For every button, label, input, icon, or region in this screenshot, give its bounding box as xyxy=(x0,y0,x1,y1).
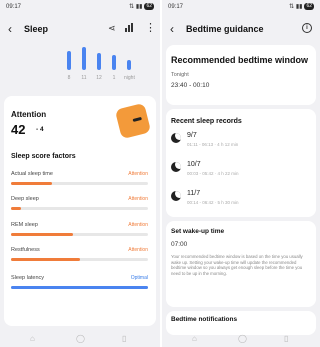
back-arrow-icon[interactable]: ‹ xyxy=(170,22,174,36)
factor-progress-fill xyxy=(11,286,148,289)
factor-progress-track xyxy=(11,182,148,185)
factor-status: Attention xyxy=(128,247,148,253)
sleep-score-value: 42 xyxy=(11,122,26,137)
factor-row[interactable]: Restfulness Attention xyxy=(11,247,148,265)
record-detail: 01:11 - 06:13 · 4 h 12 min xyxy=(187,142,239,147)
factor-progress-track xyxy=(11,207,148,210)
sleep-score-delta: - 4 xyxy=(36,126,44,133)
status-time: 09:17 xyxy=(6,4,22,10)
more-options-icon[interactable]: ⋮ xyxy=(145,21,156,34)
factor-label: Actual sleep time xyxy=(11,171,53,177)
wake-up-time[interactable]: 07:00 xyxy=(171,241,187,248)
record-date: 11/7 xyxy=(187,190,201,197)
signal-icons: ⇅ ▮▮ xyxy=(289,4,303,10)
back-nav-icon[interactable]: ▯ xyxy=(122,334,126,343)
status-icons: ⇅ ▮▮ 62 xyxy=(129,3,154,10)
recommended-title: Recommended bedtime window xyxy=(171,55,309,65)
record-date: 10/7 xyxy=(187,161,201,168)
battery-icon: 62 xyxy=(304,3,314,10)
page-title: Sleep xyxy=(24,24,49,34)
app-bar: ‹ Bedtime guidance i xyxy=(162,20,320,40)
factor-label: Restfulness xyxy=(11,247,40,253)
recent-apps-icon[interactable]: ◯ xyxy=(238,334,247,343)
battery-icon: 62 xyxy=(144,3,154,10)
info-icon[interactable]: i xyxy=(302,23,312,33)
sleep-stage-chart: 8 11 12 1 night xyxy=(0,44,160,84)
status-icons: ⇅ ▮▮ 62 xyxy=(289,3,314,10)
sleep-record-item[interactable]: 10/7 00:03 - 05:42 · 4 h 22 min xyxy=(171,161,311,181)
status-time: 09:17 xyxy=(168,4,184,10)
app-bar: ‹ Sleep ⋖ ⋮ xyxy=(0,20,160,40)
page-title: Bedtime guidance xyxy=(186,24,264,34)
chart-bar xyxy=(67,51,71,70)
chart-bar xyxy=(127,60,131,70)
chart-bar xyxy=(97,53,101,70)
home-icon[interactable]: ⌂ xyxy=(192,334,197,343)
back-arrow-icon[interactable]: ‹ xyxy=(8,22,12,36)
factor-label: Sleep latency xyxy=(11,275,45,281)
moon-icon xyxy=(171,133,181,143)
chart-tick-label: 8 xyxy=(67,75,71,81)
factor-progress-track xyxy=(11,258,148,261)
chart-bar xyxy=(112,55,116,70)
navigation-bar: ⌂ ◯ ▯ xyxy=(162,331,320,347)
recent-apps-icon[interactable]: ◯ xyxy=(76,334,85,343)
chart-tick-label: 1 xyxy=(112,75,116,81)
moon-icon xyxy=(171,191,181,201)
recommended-subtitle: Tonight xyxy=(171,72,189,78)
status-bar: 09:17 ⇅ ▮▮ 62 xyxy=(0,0,160,14)
chart-tick-label: 12 xyxy=(96,75,102,81)
factor-status: Attention xyxy=(128,222,148,228)
factor-progress-fill xyxy=(11,207,21,210)
chart-tick-label: 11 xyxy=(81,75,87,81)
factor-progress-track xyxy=(11,233,148,236)
record-date: 9/7 xyxy=(187,132,197,139)
chart-bar xyxy=(82,47,86,70)
bar-chart-icon[interactable] xyxy=(125,23,134,32)
sleep-record-item[interactable]: 11/7 00:14 - 06:42 · 5 h 30 min xyxy=(171,190,311,210)
records-title: Recent sleep records xyxy=(171,118,242,125)
factor-status: Attention xyxy=(128,171,148,177)
factor-status: Attention xyxy=(128,196,148,202)
back-nav-icon[interactable]: ▯ xyxy=(284,334,288,343)
home-icon[interactable]: ⌂ xyxy=(30,334,35,343)
record-detail: 00:03 - 05:42 · 4 h 22 min xyxy=(187,171,239,176)
factor-label: Deep sleep xyxy=(11,196,39,202)
wake-up-title: Set wake-up time xyxy=(171,228,225,235)
factor-row[interactable]: Sleep latency Optimal xyxy=(11,275,148,293)
factor-status: Optimal xyxy=(130,275,148,281)
chart-tick-label: night xyxy=(124,75,135,81)
moon-icon xyxy=(171,162,181,172)
sleep-screen: 09:17 ⇅ ▮▮ 62 ‹ Sleep ⋖ ⋮ 8 11 12 1 night At… xyxy=(0,0,160,347)
signal-icons: ⇅ ▮▮ xyxy=(129,4,143,10)
factor-progress-fill xyxy=(11,233,73,236)
share-icon[interactable]: ⋖ xyxy=(108,23,116,34)
status-bar: 09:17 ⇅ ▮▮ 62 xyxy=(162,0,320,14)
factor-progress-track xyxy=(11,286,148,289)
factor-progress-fill xyxy=(11,182,52,185)
factors-title: Sleep score factors xyxy=(11,153,76,160)
factor-label: REM sleep xyxy=(11,222,38,228)
factor-row[interactable]: Actual sleep time Attention xyxy=(11,171,148,189)
record-detail: 00:14 - 06:42 · 5 h 30 min xyxy=(187,200,239,205)
factor-progress-fill xyxy=(11,258,80,261)
sleep-record-item[interactable]: 9/7 01:11 - 06:13 · 4 h 12 min xyxy=(171,132,311,152)
attention-title: Attention xyxy=(11,110,47,119)
notifications-title[interactable]: Bedtime notifications xyxy=(171,316,237,323)
recommended-range: 23:40 - 00:10 xyxy=(171,82,210,89)
navigation-bar: ⌂ ◯ ▯ xyxy=(0,331,160,347)
factor-row[interactable]: REM sleep Attention xyxy=(11,222,148,240)
factor-row[interactable]: Deep sleep Attention xyxy=(11,196,148,214)
wake-up-description: Your recommended bedtime window is based… xyxy=(171,254,303,276)
